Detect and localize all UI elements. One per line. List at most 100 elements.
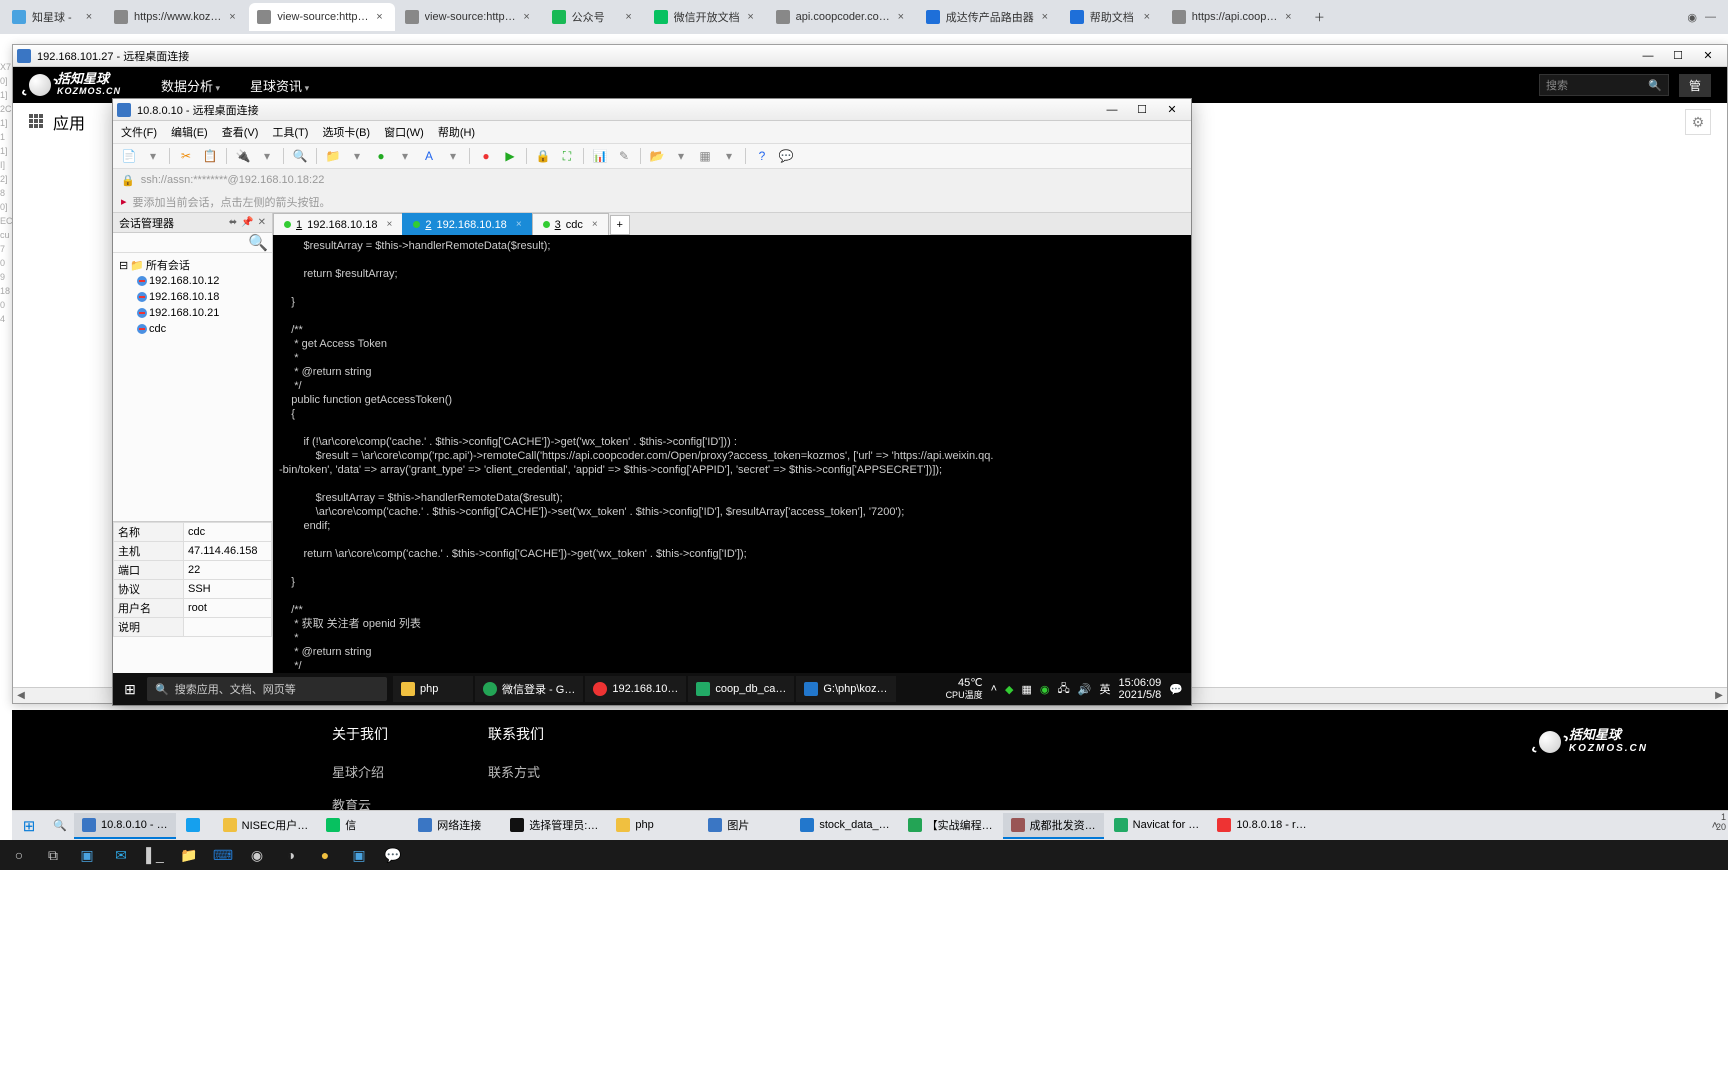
chart-icon[interactable]: 📊	[590, 146, 610, 166]
search-icon[interactable]: 🔍	[290, 146, 310, 166]
grid-icon[interactable]: ▦	[695, 146, 715, 166]
new-icon[interactable]: 📄	[119, 146, 139, 166]
tab-close-icon[interactable]: ×	[744, 10, 758, 24]
terminal-icon[interactable]: ▌_	[142, 842, 168, 868]
tray-volume-icon[interactable]: 🔊	[1078, 683, 1092, 696]
close-button[interactable]: ✕	[1157, 100, 1187, 120]
taskbar-item[interactable]: 网络连接	[410, 813, 500, 839]
expand-icon[interactable]: ⛶	[557, 146, 577, 166]
tab-close-icon[interactable]: ×	[1038, 10, 1052, 24]
close-button[interactable]: ✕	[1693, 46, 1723, 66]
tab-close-icon[interactable]: ×	[622, 10, 636, 24]
session-host[interactable]: cdc	[115, 321, 270, 337]
taskbar-item[interactable]: php	[608, 813, 698, 839]
browser-account-icon[interactable]: ◉	[1687, 11, 1697, 24]
connect-icon[interactable]: 🔌	[233, 146, 253, 166]
lock-icon[interactable]: 🔒	[533, 146, 553, 166]
browser-tab[interactable]: https://api.coop…×	[1164, 3, 1304, 31]
menu-item[interactable]: 窗口(W)	[384, 124, 424, 140]
tab-close-icon[interactable]: ×	[520, 10, 534, 24]
tab-close-icon[interactable]: ×	[894, 10, 908, 24]
menu-item[interactable]: 工具(T)	[272, 124, 308, 140]
chat-icon[interactable]: 💬	[776, 146, 796, 166]
tray-app-icon[interactable]: ▦	[1021, 683, 1031, 696]
explorer-icon[interactable]: 📁	[176, 842, 202, 868]
taskbar-item[interactable]: 【实战编程…	[900, 813, 1001, 839]
tab-close-icon[interactable]: ×	[516, 219, 522, 230]
tray-shield-icon[interactable]: ◆	[1005, 683, 1013, 696]
obs-icon[interactable]: ◑	[278, 842, 304, 868]
tree-root[interactable]: ⊟📁所有会话	[115, 257, 270, 273]
terminal-output[interactable]: $resultArray = $this->handlerRemoteData(…	[273, 235, 1191, 673]
start-button[interactable]: ⊞	[12, 817, 46, 835]
search-icon[interactable]: 🔍	[248, 233, 268, 253]
tray-nvidia-icon[interactable]: ◉	[1040, 683, 1050, 696]
tray-notifications-icon[interactable]: 💬	[1169, 683, 1183, 696]
browser-minimize-icon[interactable]: —	[1705, 11, 1716, 24]
rdp-outer-titlebar[interactable]: 192.168.101.27 - 远程桌面连接 — ☐ ✕	[13, 45, 1727, 67]
taskbar-item[interactable]: 图片	[700, 813, 790, 839]
circle-icon[interactable]: ○	[6, 842, 32, 868]
tab-close-icon[interactable]: ×	[373, 10, 387, 24]
session-host[interactable]: 192.168.10.21	[115, 305, 270, 321]
task-view-icon[interactable]: ⧉	[40, 842, 66, 868]
app-icon[interactable]: ●	[312, 842, 338, 868]
browser-tab[interactable]: api.coopcoder.co…×	[768, 3, 916, 31]
terminal-tab[interactable]: 2 192.168.10.18×	[402, 213, 532, 235]
font-icon[interactable]: A	[419, 146, 439, 166]
maximize-button[interactable]: ☐	[1663, 46, 1693, 66]
chrome-icon[interactable]: ◉	[244, 842, 270, 868]
rdp-icon[interactable]: ▣	[346, 842, 372, 868]
folder-icon[interactable]: 📁	[323, 146, 343, 166]
menu-item[interactable]: 查看(V)	[222, 124, 259, 140]
terminal-tab[interactable]: 3 cdc×	[532, 213, 609, 235]
ssh-address-text[interactable]: ssh://assn:********@192.168.10.18:22	[141, 174, 325, 186]
browser-tab[interactable]: 公众号×	[544, 3, 644, 31]
apps-grid-icon[interactable]	[29, 114, 45, 130]
session-tree[interactable]: ⊟📁所有会话 192.168.10.12192.168.10.18192.168…	[113, 253, 272, 521]
browser-tab[interactable]: https://www.koz…×	[106, 3, 247, 31]
folder2-icon[interactable]: 📂	[647, 146, 667, 166]
taskbar-item[interactable]: 成都批发资…	[1003, 813, 1104, 839]
tab-close-icon[interactable]: ×	[1281, 10, 1295, 24]
taskbar-item[interactable]: 192.168.10…	[585, 676, 686, 702]
record-icon[interactable]: ●	[476, 146, 496, 166]
taskbar-search[interactable]: 🔍 搜索应用、文档、网页等	[147, 677, 387, 701]
tray-network-icon[interactable]: 🖧	[1058, 680, 1070, 699]
gear-icon[interactable]: ⚙	[1685, 109, 1711, 135]
nav-item[interactable]: 星球资讯	[250, 76, 309, 95]
edit-icon[interactable]: ✎	[614, 146, 634, 166]
pin-icon[interactable]: ⬌	[229, 217, 237, 228]
taskbar-item[interactable]: 10.8.0.18 - r…	[1209, 813, 1314, 839]
maximize-button[interactable]: ☐	[1127, 100, 1157, 120]
taskbar-item[interactable]: NISEC用户…	[215, 813, 317, 839]
taskbar-item[interactable]: Navicat for …	[1106, 813, 1208, 839]
menu-item[interactable]: 帮助(H)	[438, 124, 475, 140]
powershell-icon[interactable]: ▣	[74, 842, 100, 868]
tab-close-icon[interactable]: ×	[386, 219, 392, 230]
session-host[interactable]: 192.168.10.18	[115, 289, 270, 305]
browser-tab[interactable]: 知星球 -×	[4, 3, 104, 31]
taskbar-item[interactable]: 信	[318, 813, 408, 839]
taskbar-item[interactable]: 选择管理员:…	[502, 813, 606, 839]
pin2-icon[interactable]: 📌	[241, 217, 253, 228]
vscode-icon[interactable]: ⌨	[210, 842, 236, 868]
browser-tab[interactable]: view-source:http…×	[397, 3, 542, 31]
taskbar-item[interactable]: php	[393, 676, 473, 702]
globe-icon[interactable]: ●	[371, 146, 391, 166]
copy-icon[interactable]: ✂	[176, 146, 196, 166]
tray-up-icon[interactable]: ˄	[991, 683, 997, 695]
taskbar-item[interactable]: coop_db_ca…	[688, 676, 794, 702]
ssh-menu-bar[interactable]: 文件(F)编辑(E)查看(V)工具(T)选项卡(B)窗口(W)帮助(H)	[113, 121, 1191, 143]
menu-item[interactable]: 文件(F)	[121, 124, 157, 140]
taskbar-item[interactable]: 微信登录 - G…	[475, 676, 583, 702]
taskbar-item[interactable]: 10.8.0.10 - …	[74, 813, 176, 839]
menu-item[interactable]: 选项卡(B)	[322, 124, 370, 140]
browser-tab[interactable]: 成达传产品路由器×	[918, 3, 1060, 31]
browser-tab[interactable]: 帮助文档×	[1062, 3, 1162, 31]
mail-icon[interactable]: ✉	[108, 842, 134, 868]
footer-link[interactable]: 星球介绍	[332, 762, 388, 781]
tray-lang[interactable]: 英	[1099, 681, 1110, 697]
browser-tab[interactable]: view-source:http…×	[249, 3, 394, 31]
taskbar-item[interactable]: stock_data_…	[792, 813, 897, 839]
